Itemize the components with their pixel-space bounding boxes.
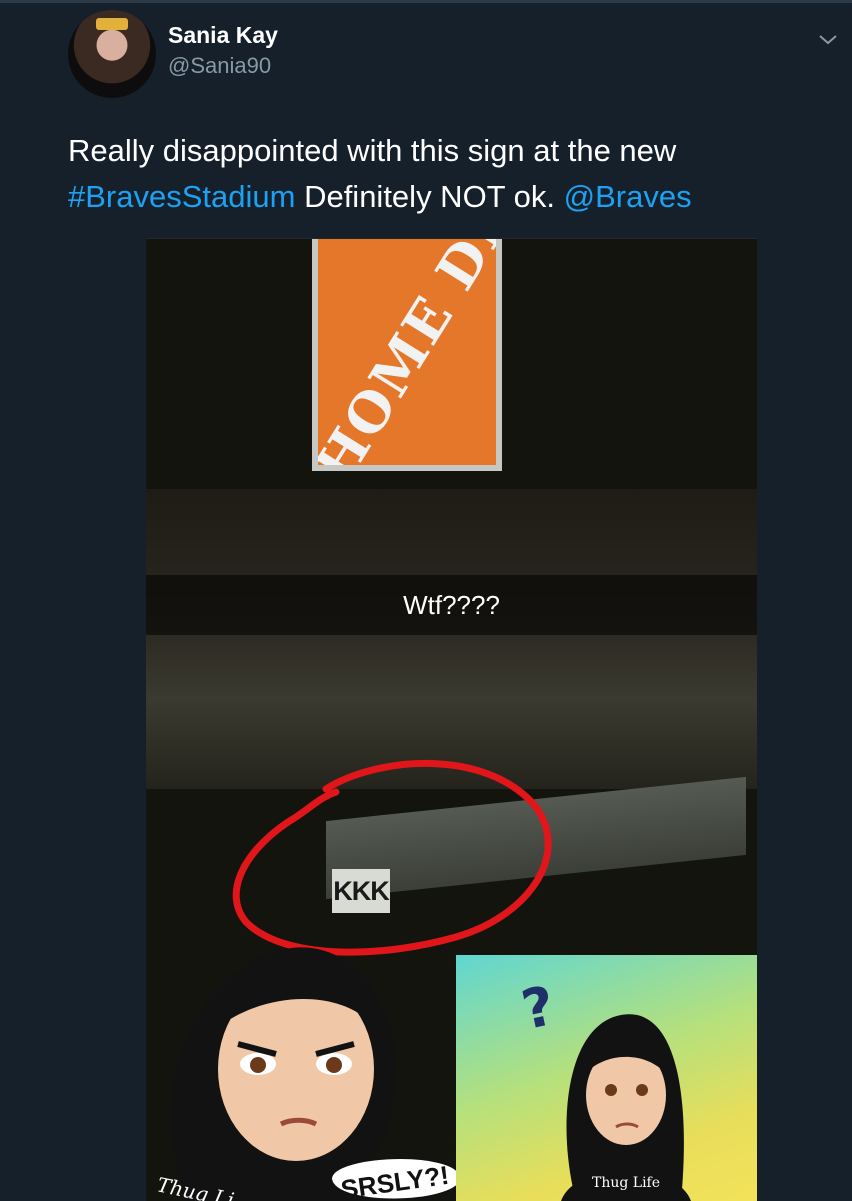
mention-link[interactable]: @Braves [564,179,692,214]
tweet-text: Really disappointed with this sign at th… [68,128,808,220]
srsly-sticker: SRSLY?! [329,1157,463,1201]
tweet[interactable]: Sania Kay @Sania90 Really disappointed w… [0,0,852,1201]
chevron-down-icon[interactable] [816,28,840,52]
caption-text: Wtf???? [403,589,500,620]
avatar[interactable] [68,10,156,98]
home-depot-sign: THE HOME DEPOT [312,239,502,471]
hashtag-link[interactable]: #BravesStadium [68,179,295,214]
tweet-media[interactable]: THE HOME DEPOT Wtf???? KKK Thug Li [146,238,757,1201]
author-handle[interactable]: @Sania90 [168,53,271,79]
author-name[interactable]: Sania Kay [168,22,278,49]
sign-text: THE HOME DEPOT [318,239,496,465]
snap-caption: Wtf???? [146,575,757,635]
shirt-text: Thug Life [592,1175,660,1191]
crown-filter [96,18,128,30]
tweet-text-part-2: Definitely NOT ok. [295,179,564,214]
bitmoji-confused-panel: ? Thug Life [456,955,757,1201]
tweet-text-part-1: Really disappointed with this sign at th… [68,133,677,168]
top-divider [0,0,852,3]
question-mark: ? [516,974,560,1042]
stadium-structure [146,489,757,789]
